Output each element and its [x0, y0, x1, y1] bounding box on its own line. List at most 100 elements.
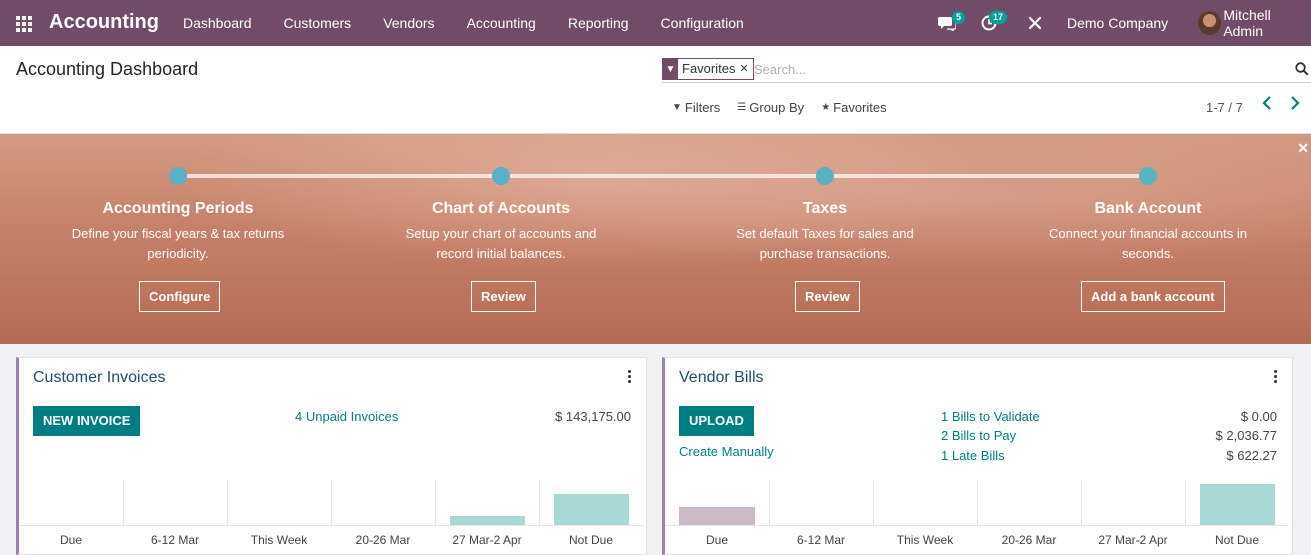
- menu-item-accounting[interactable]: Accounting: [451, 0, 552, 46]
- configure-button[interactable]: Configure: [139, 281, 221, 312]
- user-name: Mitchell Admin: [1223, 7, 1271, 39]
- new-invoice-button[interactable]: NEW INVOICE: [33, 406, 141, 436]
- graph-labels: Due 6-12 Mar This Week 20-26 Mar 27 Mar-2 Ap…: [19, 533, 643, 547]
- graph-label: This Week: [896, 533, 954, 547]
- kebab-menu-icon[interactable]: [1272, 368, 1278, 385]
- review-taxes-button[interactable]: Review: [795, 281, 860, 312]
- graph-baseline: [19, 525, 643, 526]
- graph-column[interactable]: [977, 480, 1081, 526]
- graph-column[interactable]: [665, 480, 769, 526]
- facet-label: Favorites: [682, 61, 736, 76]
- chevron-left-icon: [1262, 96, 1271, 110]
- step-description: periodicity.: [147, 246, 209, 261]
- chevron-right-icon: [1291, 96, 1300, 110]
- graph-baseline: [665, 525, 1289, 526]
- pager-previous-button[interactable]: [1262, 96, 1272, 115]
- graph-label: 20-26 Mar: [1001, 533, 1057, 547]
- filters-dropdown[interactable]: ▼ Filters: [672, 100, 720, 115]
- step-title: Chart of Accounts: [431, 200, 571, 217]
- step-title: Bank Account: [1094, 200, 1202, 217]
- graph-column[interactable]: [123, 480, 227, 526]
- step-description: purchase transactions.: [759, 246, 891, 261]
- step-description: Setup your chart of accounts and: [405, 226, 597, 241]
- app-brand[interactable]: Accounting: [49, 11, 159, 34]
- step-description: record initial balances.: [436, 246, 566, 261]
- graph-column[interactable]: [873, 480, 977, 526]
- graph-column[interactable]: [1185, 480, 1289, 526]
- graph-column[interactable]: [769, 480, 873, 526]
- bills-to-pay-amount: $ 2,036.77: [1215, 428, 1277, 443]
- messages-count-badge: 5: [952, 11, 966, 24]
- card-title[interactable]: Vendor Bills: [679, 369, 764, 387]
- graph-label: 27 Mar-2 Apr: [1098, 533, 1168, 547]
- graph-bar[interactable]: [679, 506, 755, 526]
- graph-column[interactable]: [227, 480, 331, 526]
- step-description: Define your fiscal years & tax returns: [71, 226, 285, 241]
- graph-column[interactable]: [19, 480, 123, 526]
- menu-item-configuration[interactable]: Configuration: [645, 0, 760, 46]
- step-chart-of-accounts: Chart of Accounts Setup your chart of ac…: [376, 200, 626, 264]
- menu-item-customers[interactable]: Customers: [268, 0, 368, 46]
- control-panel: Accounting Dashboard ▼ Favorites ✕ ▼ Fil…: [0, 46, 1311, 134]
- graph-bar[interactable]: [1200, 483, 1275, 526]
- groupby-dropdown[interactable]: ☰ Group By: [737, 100, 804, 115]
- favorites-label: Favorites: [833, 100, 887, 115]
- messages-button[interactable]: [938, 0, 956, 46]
- list-icon: ☰: [737, 102, 747, 113]
- tools-icon: [1028, 16, 1042, 30]
- star-icon: ★: [821, 102, 831, 113]
- graph-label: 20-26 Mar: [355, 533, 411, 547]
- page-title: Accounting Dashboard: [16, 59, 199, 79]
- graph-column[interactable]: [331, 480, 435, 526]
- close-icon[interactable]: ✕: [1297, 140, 1309, 157]
- bills-to-pay-link[interactable]: 2 Bills to Pay: [941, 428, 1016, 443]
- top-navbar: Accounting Dashboard Customers Vendors A…: [0, 0, 1311, 46]
- customer-invoices-card: Customer Invoices NEW INVOICE 4 Unpaid I…: [16, 357, 647, 555]
- upload-button[interactable]: UPLOAD: [679, 406, 754, 436]
- avatar: [1198, 11, 1222, 35]
- menu-item-reporting[interactable]: Reporting: [552, 0, 645, 46]
- menu-item-vendors[interactable]: Vendors: [367, 0, 450, 46]
- search-icon[interactable]: [1295, 62, 1309, 76]
- graph-label: 27 Mar-2 Apr: [452, 533, 522, 547]
- graph-column[interactable]: [435, 480, 539, 526]
- remove-facet-icon[interactable]: ✕: [739, 59, 752, 79]
- menu-item-dashboard[interactable]: Dashboard: [167, 0, 268, 46]
- unpaid-invoices-link[interactable]: 4 Unpaid Invoices: [295, 409, 398, 424]
- add-bank-account-button[interactable]: Add a bank account: [1081, 281, 1225, 312]
- apps-menu-icon[interactable]: [16, 16, 32, 32]
- user-menu[interactable]: Mitchell Admin: [1198, 0, 1311, 46]
- graph-label: Due: [705, 533, 728, 547]
- bills-to-validate-link[interactable]: 1 Bills to Validate: [941, 409, 1040, 424]
- graph-bar[interactable]: [554, 493, 629, 526]
- kebab-menu-icon[interactable]: [626, 368, 632, 385]
- favorites-dropdown[interactable]: ★ Favorites: [821, 100, 886, 115]
- filter-icon: ▼: [672, 102, 682, 113]
- vendor-bills-card: Vendor Bills UPLOAD Create Manually 1 Bi…: [662, 357, 1293, 555]
- step-description: Connect your financial accounts in: [1048, 226, 1247, 241]
- company-switcher[interactable]: Demo Company: [1067, 0, 1168, 46]
- search-facet-favorites[interactable]: ▼ Favorites ✕: [662, 58, 754, 80]
- step-accounting-periods: Accounting Periods Define your fiscal ye…: [53, 200, 303, 264]
- bills-to-validate-amount: $ 0.00: [1240, 409, 1277, 424]
- progress-line: [178, 174, 1148, 178]
- graph-labels: Due 6-12 Mar This Week 20-26 Mar 27 Mar-2 Ap…: [665, 533, 1289, 547]
- step-taxes: Taxes Set default Taxes for sales and pu…: [700, 200, 950, 264]
- step-title: Taxes: [802, 200, 848, 217]
- pager-value[interactable]: 1-7 / 7: [1206, 100, 1243, 115]
- graph-label: Not Due: [1214, 533, 1260, 547]
- step-dot: [816, 167, 834, 185]
- create-manually-link[interactable]: Create Manually: [679, 444, 774, 459]
- graph-column[interactable]: [1081, 480, 1185, 526]
- late-bills-link[interactable]: 1 Late Bills: [941, 448, 1005, 463]
- search-options: ▼ Filters ☰ Group By ★ Favorites: [672, 100, 904, 115]
- search-input[interactable]: [754, 59, 1274, 79]
- bills-graph[interactable]: [665, 480, 1289, 526]
- invoices-graph[interactable]: [19, 480, 643, 526]
- graph-column[interactable]: [539, 480, 643, 526]
- review-chart-button[interactable]: Review: [471, 281, 536, 312]
- pager-next-button[interactable]: [1290, 96, 1300, 115]
- card-title[interactable]: Customer Invoices: [33, 369, 166, 387]
- graph-label: Not Due: [568, 533, 614, 547]
- debug-tools-button[interactable]: [1028, 0, 1042, 46]
